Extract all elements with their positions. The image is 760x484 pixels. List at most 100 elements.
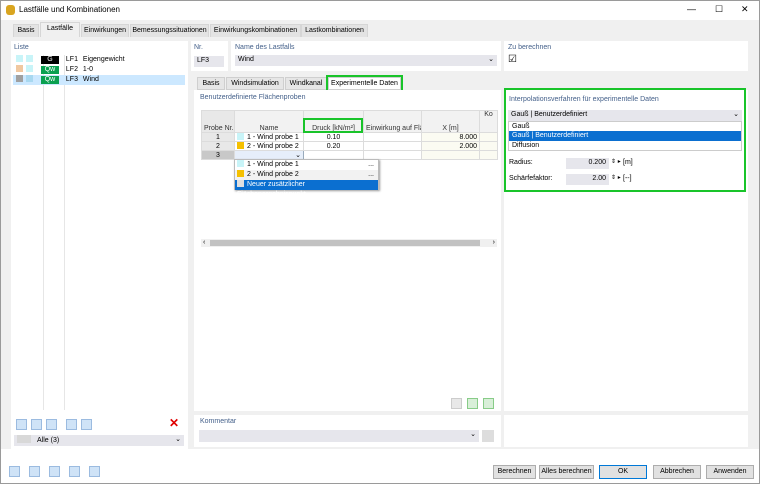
spinner-icon[interactable]: ⇕ ▸: [611, 158, 621, 165]
option-gauss[interactable]: Gauß: [509, 122, 741, 131]
units-icon[interactable]: [29, 466, 40, 477]
more-icon[interactable]: ...: [368, 160, 374, 170]
ko-cell[interactable]: [480, 142, 498, 151]
export-table-icon[interactable]: [483, 398, 494, 409]
renumber-icon[interactable]: [81, 419, 92, 430]
option-label: 2 - Wind probe 2: [247, 171, 299, 178]
tab-lastfaelle[interactable]: Lastfälle: [40, 22, 80, 37]
ok-button[interactable]: OK: [599, 465, 647, 479]
table-row[interactable]: 22 - Wind probe 2 0.20 2.000: [202, 142, 498, 151]
list-header: Liste: [14, 44, 29, 51]
apply-button[interactable]: Anwenden: [706, 465, 754, 479]
settings-list-icon[interactable]: [49, 466, 60, 477]
lf-name: 1-0: [83, 66, 93, 73]
calc-button[interactable]: Berechnen: [493, 465, 536, 479]
radius-input[interactable]: 0.200: [566, 158, 609, 169]
scroll-right-icon[interactable]: ›: [493, 239, 495, 246]
option-gauss-benutzerdefiniert[interactable]: Gauß | Benutzerdefiniert: [509, 131, 741, 141]
color-swatch: [26, 55, 33, 62]
name-field[interactable]: Wind⌄: [235, 55, 497, 66]
name-cell[interactable]: 2 - Wind probe 2: [235, 142, 304, 151]
comment-panel: Kommentar ⌄: [194, 415, 501, 447]
calc-panel: Zu berechnen ☑: [504, 41, 748, 71]
import-icon[interactable]: [46, 419, 57, 430]
delete-row-icon[interactable]: [451, 398, 462, 409]
dropdown-option[interactable]: 2 - Wind probe 2...: [235, 170, 378, 180]
ko-cell[interactable]: [480, 133, 498, 142]
cancel-button[interactable]: Abbrechen: [653, 465, 701, 479]
tab-lastkombinationen[interactable]: Lastkombinationen: [301, 24, 368, 37]
nr-field: LF3: [194, 56, 224, 67]
list-panel: Liste: [11, 41, 188, 449]
new-icon[interactable]: [16, 419, 27, 430]
info-icon[interactable]: [89, 466, 100, 477]
nr-label: Nr.: [194, 44, 203, 51]
lf-id: LF2: [66, 66, 78, 73]
tab-einwirkungskombinationen[interactable]: Einwirkungskombinationen: [210, 24, 301, 37]
maximize-button[interactable]: ☐: [715, 4, 723, 15]
interp-options: Gauß Gauß | Benutzerdefiniert Diffusion: [508, 121, 742, 151]
subtab-basis[interactable]: Basis: [197, 77, 225, 90]
sharp-label: Schärfefaktor:: [509, 175, 553, 182]
check-icon[interactable]: [66, 419, 77, 430]
category-tag: Qw: [41, 66, 59, 74]
subtab-windsimulation[interactable]: Windsimulation: [226, 77, 284, 90]
filter-select[interactable]: Alle (3)⌄: [14, 435, 184, 446]
x-cell[interactable]: 2.000: [422, 142, 480, 151]
more-icon[interactable]: ...: [368, 170, 374, 180]
radius-label: Radius:: [509, 159, 533, 166]
tab-bemessungssituationen[interactable]: Bemessungssituationen: [130, 24, 209, 37]
einwirkung-cell[interactable]: [364, 142, 422, 151]
radius-unit: [m]: [623, 159, 633, 166]
ko-cell[interactable]: [480, 151, 498, 160]
filter-value: Alle (3): [37, 437, 59, 444]
close-button[interactable]: ✕: [741, 4, 749, 15]
comment-field[interactable]: ⌄: [199, 430, 479, 442]
col-probe-nr: Probe Nr.: [202, 111, 235, 133]
list-item[interactable]: G LF1 Eigengewicht: [13, 55, 185, 65]
subtab-windkanal[interactable]: Windkanal: [285, 77, 327, 90]
formula-icon[interactable]: [69, 466, 80, 477]
import-table-icon[interactable]: [467, 398, 478, 409]
scroll-left-icon[interactable]: ‹: [203, 239, 205, 246]
category-tag: Qw: [41, 76, 59, 84]
name-cell[interactable]: 1 - Wind probe 1: [235, 133, 304, 142]
probes-title: Benutzerdefinierte Flächenproben: [200, 94, 305, 101]
lf-id: LF3: [66, 76, 78, 83]
table-row[interactable]: 11 - Wind probe 1 0.10 8.000: [202, 133, 498, 142]
x-cell[interactable]: [422, 151, 480, 160]
druck-cell[interactable]: 0.10: [304, 133, 364, 142]
delete-icon[interactable]: ✕: [169, 416, 179, 430]
tab-einwirkungen[interactable]: Einwirkungen: [81, 24, 129, 37]
horizontal-scrollbar[interactable]: ‹ ›: [201, 239, 497, 247]
sharp-unit: [--]: [623, 175, 632, 182]
dropdown-option[interactable]: Neuer zusätzlicher Flächenergebnispunkt.…: [235, 180, 378, 190]
col-ko: Ko: [480, 111, 498, 133]
col-name: Name: [235, 111, 304, 133]
calc-checkbox[interactable]: ☑: [508, 54, 517, 65]
app-icon: [6, 5, 15, 15]
search-icon[interactable]: [9, 466, 20, 477]
x-cell[interactable]: 8.000: [422, 133, 480, 142]
interp-select[interactable]: Gauß | Benutzerdefiniert⌄: [508, 110, 742, 121]
copy-icon[interactable]: [31, 419, 42, 430]
calc-all-button[interactable]: Alles berechnen: [539, 465, 594, 479]
color-swatch: [237, 170, 244, 177]
calc-label: Zu berechnen: [508, 44, 551, 51]
dropdown-option[interactable]: 1 - Wind probe 1...: [235, 160, 378, 170]
nr-cell: 2: [202, 142, 235, 151]
minimize-button[interactable]: —: [687, 4, 696, 14]
color-swatch: [26, 75, 33, 82]
col-x: X [m]: [422, 111, 480, 133]
list-item[interactable]: Qw LF3 Wind: [13, 75, 185, 85]
tab-basis[interactable]: Basis: [13, 24, 39, 37]
list-item[interactable]: Qw LF2 1-0: [13, 65, 185, 75]
color-swatch: [237, 142, 244, 149]
einwirkung-cell[interactable]: [364, 133, 422, 142]
spinner-icon[interactable]: ⇕ ▸: [611, 174, 621, 181]
option-diffusion[interactable]: Diffusion: [509, 141, 741, 150]
name-value: Wind: [238, 56, 254, 63]
druck-cell[interactable]: 0.20: [304, 142, 364, 151]
sharp-input[interactable]: 2.00: [566, 174, 609, 185]
comment-library-icon[interactable]: [482, 430, 494, 442]
